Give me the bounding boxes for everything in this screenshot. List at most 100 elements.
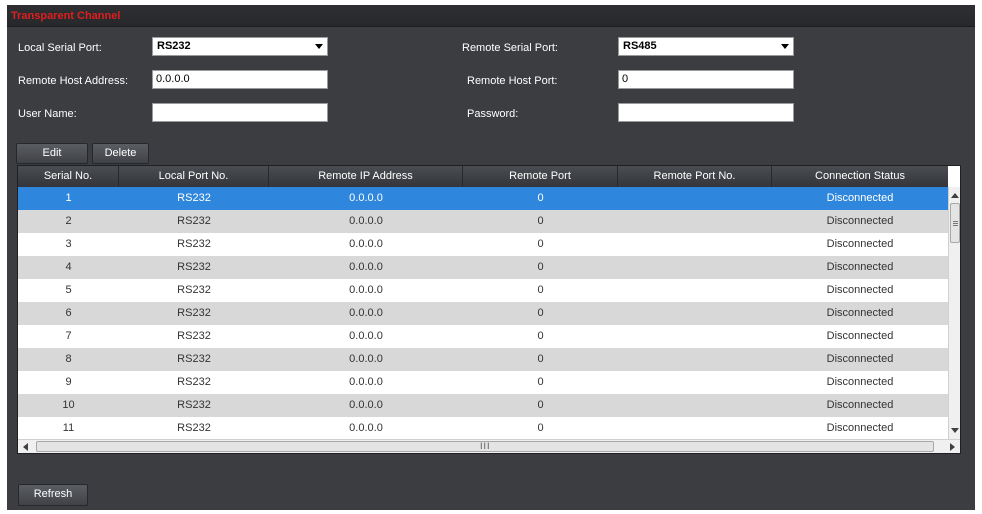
edit-button[interactable]: Edit — [16, 143, 88, 164]
table-row[interactable]: 8 RS232 0.0.0.0 0 Disconnected — [18, 348, 948, 371]
cell-local-port-no: RS232 — [177, 376, 211, 388]
table-row[interactable]: 7 RS232 0.0.0.0 0 Disconnected — [18, 325, 948, 348]
cell-serial-no: 1 — [65, 192, 72, 204]
cell-remote-port: 0 — [537, 192, 544, 204]
cell-remote-port-no — [618, 233, 772, 256]
cell-remote-port-no — [618, 417, 772, 440]
cell-local-port-no: RS232 — [177, 307, 211, 319]
local-serial-port-label: Local Serial Port: — [18, 42, 102, 54]
cell-connection-status: Disconnected — [826, 422, 894, 434]
vertical-scroll-thumb[interactable] — [950, 203, 960, 243]
cell-remote-port: 0 — [537, 307, 544, 319]
cell-remote-ip-address: 0.0.0.0 — [349, 376, 383, 388]
vertical-scrollbar[interactable] — [948, 187, 960, 439]
password-label: Password: — [467, 108, 519, 120]
table-row[interactable]: 9 RS232 0.0.0.0 0 Disconnected — [18, 371, 948, 394]
column-header-serial-no[interactable]: Serial No. — [18, 166, 119, 187]
cell-remote-port-no — [618, 210, 772, 233]
remote-serial-port-value: RS485 — [623, 40, 657, 52]
column-header-remote-port[interactable]: Remote Port — [463, 166, 618, 187]
cell-remote-port: 0 — [537, 376, 544, 388]
user-name-input[interactable] — [152, 103, 328, 122]
cell-connection-status: Disconnected — [826, 261, 894, 273]
cell-connection-status: Disconnected — [826, 399, 894, 411]
cell-local-port-no: RS232 — [177, 238, 211, 250]
cell-connection-status: Disconnected — [826, 284, 894, 296]
cell-remote-port: 0 — [537, 215, 544, 227]
column-header-remote-ip-address[interactable]: Remote IP Address — [269, 166, 463, 187]
cell-remote-ip-address: 0.0.0.0 — [349, 353, 383, 365]
local-serial-port-select[interactable]: RS232 — [152, 37, 328, 56]
cell-serial-no: 7 — [65, 330, 72, 342]
cell-remote-port-no — [618, 348, 772, 371]
cell-serial-no: 8 — [65, 353, 72, 365]
cell-serial-no: 5 — [65, 284, 72, 296]
local-serial-port-value: RS232 — [157, 40, 191, 52]
cell-serial-no: 6 — [65, 307, 72, 319]
table-row[interactable]: 5 RS232 0.0.0.0 0 Disconnected — [18, 279, 948, 302]
table-row[interactable]: 11 RS232 0.0.0.0 0 Disconnected — [18, 417, 948, 440]
table-header: Serial No. Local Port No. Remote IP Addr… — [18, 166, 948, 187]
cell-serial-no: 3 — [65, 238, 72, 250]
horizontal-scrollbar[interactable]: III — [18, 439, 960, 453]
arrow-up-icon[interactable] — [951, 193, 959, 198]
panel-title: Transparent Channel — [11, 10, 121, 22]
cell-local-port-no: RS232 — [177, 215, 211, 227]
cell-connection-status: Disconnected — [826, 376, 894, 388]
cell-local-port-no: RS232 — [177, 353, 211, 365]
cell-remote-ip-address: 0.0.0.0 — [349, 284, 383, 296]
cell-local-port-no: RS232 — [177, 261, 211, 273]
cell-serial-no: 10 — [62, 399, 75, 411]
column-header-connection-status[interactable]: Connection Status — [772, 166, 948, 187]
cell-serial-no: 2 — [65, 215, 72, 227]
table-row[interactable]: 4 RS232 0.0.0.0 0 Disconnected — [18, 256, 948, 279]
column-header-remote-port-no[interactable]: Remote Port No. — [618, 166, 772, 187]
cell-remote-ip-address: 0.0.0.0 — [349, 215, 383, 227]
cell-connection-status: Disconnected — [826, 307, 894, 319]
cell-remote-port: 0 — [537, 330, 544, 342]
horizontal-scroll-thumb[interactable]: III — [36, 441, 934, 452]
cell-remote-ip-address: 0.0.0.0 — [349, 399, 383, 411]
cell-serial-no: 11 — [62, 422, 75, 434]
cell-local-port-no: RS232 — [177, 284, 211, 296]
remote-host-port-label: Remote Host Port: — [467, 75, 558, 87]
cell-local-port-no: RS232 — [177, 330, 211, 342]
cell-connection-status: Disconnected — [826, 238, 894, 250]
refresh-button[interactable]: Refresh — [18, 484, 88, 506]
cell-remote-ip-address: 0.0.0.0 — [349, 238, 383, 250]
cell-local-port-no: RS232 — [177, 422, 211, 434]
cell-remote-port: 0 — [537, 422, 544, 434]
password-input[interactable] — [618, 103, 794, 122]
cell-remote-port-no — [618, 371, 772, 394]
cell-connection-status: Disconnected — [826, 330, 894, 342]
cell-remote-port: 0 — [537, 238, 544, 250]
cell-remote-port: 0 — [537, 399, 544, 411]
remote-serial-port-select[interactable]: RS485 — [618, 37, 794, 56]
remote-host-address-input[interactable]: 0.0.0.0 — [152, 70, 328, 89]
cell-local-port-no: RS232 — [177, 399, 211, 411]
remote-host-port-input[interactable]: 0 — [618, 70, 794, 89]
remote-serial-port-label: Remote Serial Port: — [462, 42, 558, 54]
cell-serial-no: 9 — [65, 376, 72, 388]
user-name-label: User Name: — [18, 108, 77, 120]
cell-remote-port: 0 — [537, 353, 544, 365]
cell-remote-ip-address: 0.0.0.0 — [349, 307, 383, 319]
arrow-right-icon[interactable] — [950, 443, 955, 451]
table-row[interactable]: 6 RS232 0.0.0.0 0 Disconnected — [18, 302, 948, 325]
cell-remote-port-no — [618, 394, 772, 417]
cell-remote-ip-address: 0.0.0.0 — [349, 192, 383, 204]
table-row[interactable]: 2 RS232 0.0.0.0 0 Disconnected — [18, 210, 948, 233]
channel-table: Serial No. Local Port No. Remote IP Addr… — [17, 165, 961, 454]
cell-remote-port-no — [618, 187, 772, 210]
delete-button[interactable]: Delete — [92, 143, 149, 164]
arrow-left-icon[interactable] — [23, 443, 28, 451]
cell-remote-ip-address: 0.0.0.0 — [349, 330, 383, 342]
arrow-down-icon[interactable] — [951, 428, 959, 433]
cell-remote-ip-address: 0.0.0.0 — [349, 261, 383, 273]
cell-serial-no: 4 — [65, 261, 72, 273]
table-row[interactable]: 10 RS232 0.0.0.0 0 Disconnected — [18, 394, 948, 417]
cell-remote-port-no — [618, 256, 772, 279]
column-header-local-port-no[interactable]: Local Port No. — [119, 166, 269, 187]
table-row[interactable]: 3 RS232 0.0.0.0 0 Disconnected — [18, 233, 948, 256]
table-row[interactable]: 1 RS232 0.0.0.0 0 Disconnected — [18, 187, 948, 210]
